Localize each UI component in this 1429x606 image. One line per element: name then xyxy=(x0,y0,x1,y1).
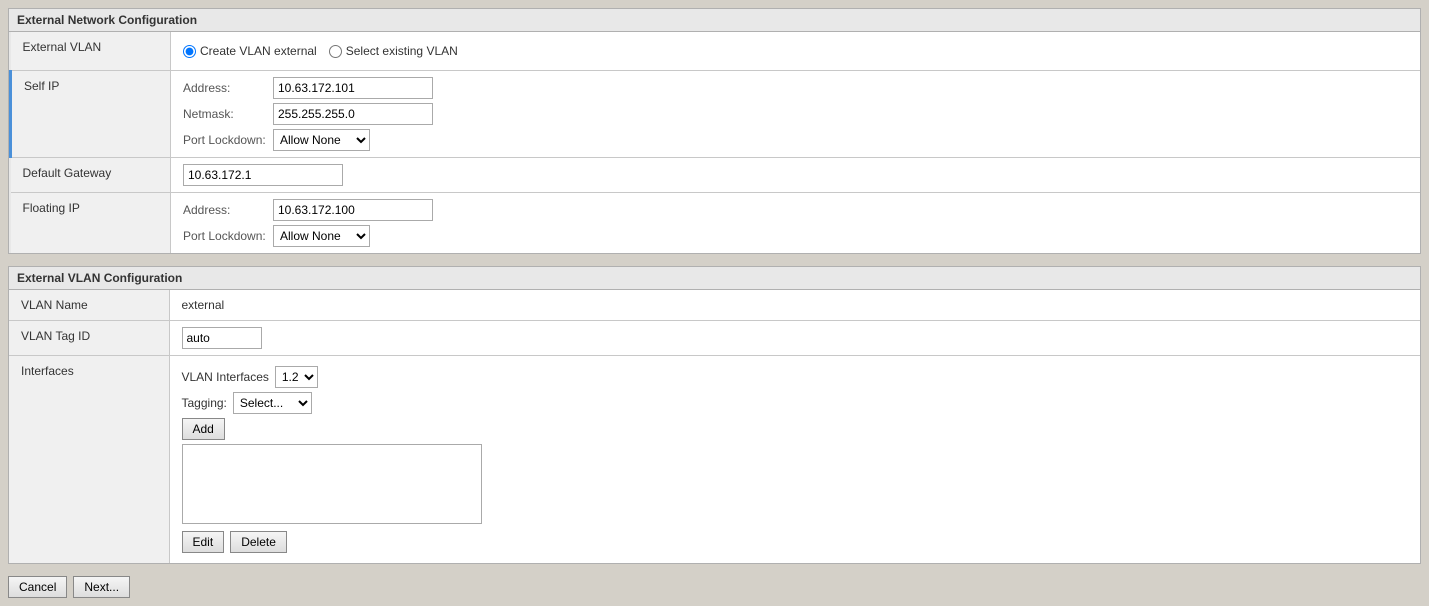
tagging-label: Tagging: xyxy=(182,396,227,410)
tagging-row: Tagging: Select... Tagged Untagged xyxy=(182,392,1409,414)
floating-ip-row: Floating IP Address: Port Lockdown: Allo… xyxy=(11,193,1421,254)
self-ip-label: Self IP xyxy=(11,71,171,158)
vlan-tag-id-value-cell xyxy=(169,321,1420,356)
self-ip-value-cell: Address: Netmask: Port Lockdown: Allow N… xyxy=(171,71,1421,158)
delete-button[interactable]: Delete xyxy=(230,531,287,553)
add-button[interactable]: Add xyxy=(182,418,225,440)
external-vlan-config-section: External VLAN Configuration VLAN Name ex… xyxy=(8,266,1421,564)
netmask-row: Netmask: xyxy=(183,103,1408,125)
address-input[interactable] xyxy=(273,77,433,99)
select-existing-vlan-option: Select existing VLAN xyxy=(329,44,458,58)
external-network-config-section: External Network Configuration External … xyxy=(8,8,1421,254)
vlan-tag-id-input[interactable] xyxy=(182,327,262,349)
interfaces-textarea[interactable] xyxy=(182,444,482,524)
select-existing-vlan-radio[interactable] xyxy=(329,45,342,58)
interfaces-row: Interfaces VLAN Interfaces 1.2 1.1 1.3 T… xyxy=(9,356,1420,564)
vlan-name-value: external xyxy=(169,290,1420,321)
vlan-tag-id-label: VLAN Tag ID xyxy=(9,321,169,356)
vlan-interfaces-select[interactable]: 1.2 1.1 1.3 xyxy=(275,366,318,388)
floating-address-row: Address: xyxy=(183,199,1408,221)
default-gateway-input[interactable] xyxy=(183,164,343,186)
external-vlan-radio-group: Create VLAN external Select existing VLA… xyxy=(183,38,1408,64)
self-ip-row: Self IP Address: Netmask: Port Lockdown:… xyxy=(11,71,1421,158)
external-vlan-form-table: VLAN Name external VLAN Tag ID Interface… xyxy=(9,290,1420,563)
interfaces-area: VLAN Interfaces 1.2 1.1 1.3 Tagging: Sel… xyxy=(182,366,1409,553)
bottom-bar: Cancel Next... xyxy=(8,576,1421,598)
interfaces-value-cell: VLAN Interfaces 1.2 1.1 1.3 Tagging: Sel… xyxy=(169,356,1420,564)
cancel-button[interactable]: Cancel xyxy=(8,576,67,598)
floating-port-lockdown-label: Port Lockdown: xyxy=(183,229,273,243)
external-vlan-value-cell: Create VLAN external Select existing VLA… xyxy=(171,32,1421,71)
external-network-config-title: External Network Configuration xyxy=(9,9,1420,32)
vlan-name-row: VLAN Name external xyxy=(9,290,1420,321)
external-vlan-config-title: External VLAN Configuration xyxy=(9,267,1420,290)
external-vlan-label: External VLAN xyxy=(11,32,171,71)
add-button-row: Add xyxy=(182,418,1409,440)
default-gateway-label: Default Gateway xyxy=(11,158,171,193)
address-row: Address: xyxy=(183,77,1408,99)
vlan-interfaces-label: VLAN Interfaces xyxy=(182,370,269,384)
create-vlan-radio[interactable] xyxy=(183,45,196,58)
floating-port-lockdown-select[interactable]: Allow None Allow Default Allow All xyxy=(273,225,370,247)
external-vlan-row: External VLAN Create VLAN external Selec… xyxy=(11,32,1421,71)
create-vlan-option: Create VLAN external xyxy=(183,44,317,58)
external-network-form-table: External VLAN Create VLAN external Selec… xyxy=(9,32,1420,253)
floating-port-lockdown-row: Port Lockdown: Allow None Allow Default … xyxy=(183,225,1408,247)
floating-address-label: Address: xyxy=(183,203,273,217)
next-button[interactable]: Next... xyxy=(73,576,130,598)
port-lockdown-label: Port Lockdown: xyxy=(183,133,273,147)
edit-delete-row: Edit Delete xyxy=(182,531,1409,553)
vlan-interfaces-row: VLAN Interfaces 1.2 1.1 1.3 xyxy=(182,366,1409,388)
netmask-input[interactable] xyxy=(273,103,433,125)
default-gateway-value-cell xyxy=(171,158,1421,193)
create-vlan-label: Create VLAN external xyxy=(200,44,317,58)
port-lockdown-row: Port Lockdown: Allow None Allow Default … xyxy=(183,129,1408,151)
select-existing-vlan-label: Select existing VLAN xyxy=(346,44,458,58)
floating-ip-value-cell: Address: Port Lockdown: Allow None Allow… xyxy=(171,193,1421,254)
floating-ip-label: Floating IP xyxy=(11,193,171,254)
vlan-name-label: VLAN Name xyxy=(9,290,169,321)
port-lockdown-select[interactable]: Allow None Allow Default Allow All xyxy=(273,129,370,151)
default-gateway-row: Default Gateway xyxy=(11,158,1421,193)
vlan-tag-id-row: VLAN Tag ID xyxy=(9,321,1420,356)
address-label: Address: xyxy=(183,81,273,95)
netmask-label: Netmask: xyxy=(183,107,273,121)
floating-address-input[interactable] xyxy=(273,199,433,221)
edit-button[interactable]: Edit xyxy=(182,531,225,553)
tagging-select[interactable]: Select... Tagged Untagged xyxy=(233,392,312,414)
interfaces-label: Interfaces xyxy=(9,356,169,564)
